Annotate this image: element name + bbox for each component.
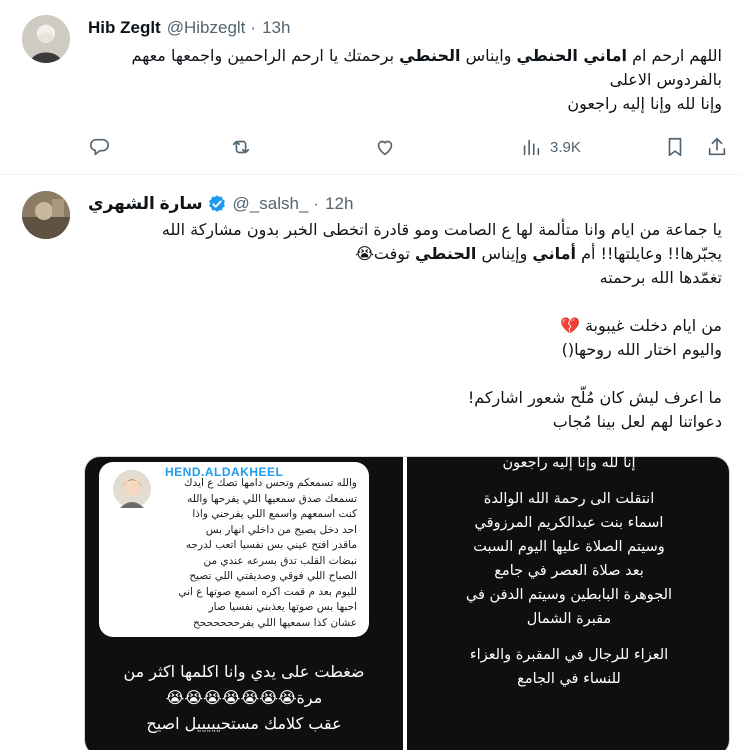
bookmark-button[interactable] <box>664 136 686 158</box>
screenshot-card: HEND.ALDAKHEEL والله تسمعكم وتحس دامها ت… <box>99 462 369 637</box>
announcement-line: مقبرة الشمال <box>526 611 612 627</box>
announcement-line: اسماء بنت عبدالكريم المرزوقي <box>474 515 664 531</box>
tweet-line: وإنا لله وإنا إليه راجعون <box>567 94 722 113</box>
media-image-left[interactable]: HEND.ALDAKHEEL والله تسمعكم وتحس دامها ت… <box>85 457 403 750</box>
story-caption: ضغطت على يدي وانا اكلمها اكثر من مرة😭😭😭😭… <box>85 659 403 737</box>
card-line: تسمعك صدق سمعيها اللي يفرحها والله <box>187 492 357 505</box>
timestamp[interactable]: 13h <box>262 18 290 38</box>
card-text: والله تسمعكم وتحس دامها تصك ع ايدك تسمعك… <box>109 476 357 631</box>
card-line: لليوم بعد م قمت اكره اسمع صوتها ع اني <box>178 585 357 598</box>
announcement-line: بعد صلاة العصر في جامع <box>494 563 644 579</box>
tweet-line: ما اعرف ليش كان مُلّح شعور اشاركم! <box>467 388 722 407</box>
caption-line: ضغطت على يدي وانا اكلمها اكثر من <box>123 662 365 681</box>
tweet-line: بالفردوس الاعلى <box>609 70 722 89</box>
card-line: ماقدر افتح عيني بس نفسيا اتعب لدرجه <box>185 539 357 551</box>
views-button[interactable]: 3.9K <box>520 136 581 158</box>
announcement-line: إنا لله وإنا إليه راجعون <box>502 457 636 471</box>
separator-dot: · <box>250 18 257 37</box>
media-grid[interactable]: HEND.ALDAKHEEL والله تسمعكم وتحس دامها ت… <box>84 456 730 750</box>
tweet-line: من ايام دخلت غيبوبة 💔 <box>559 316 722 335</box>
announcement-line: العزاء للرجال في المقبرة والعزاء <box>469 647 669 663</box>
tweet-line: يجبّرها!! وعايلتها!! أم أماني وإيناس الح… <box>355 244 722 263</box>
card-line: عشان كذا سمعيها اللي يفرححححححح <box>193 616 357 629</box>
retweet-icon <box>232 140 250 154</box>
timestamp[interactable]: 12h <box>325 194 353 214</box>
verified-badge-icon <box>208 195 225 212</box>
retweet-button[interactable] <box>230 136 252 158</box>
announcement-line: الجوهرة البابطين وسيتم الدفن في <box>465 587 673 603</box>
action-bar: 3.9K <box>88 136 726 158</box>
user-handle[interactable]: @Hibzeglt <box>167 18 246 38</box>
tweet-line: واليوم اختار الله روحها() <box>561 340 722 359</box>
card-line: نبضات القلب تدق بسرعه عندي من <box>203 554 357 567</box>
tweet-text: يا جماعة من ايام وانا متألمة لها ع الصام… <box>88 218 722 434</box>
bookmark-icon <box>668 137 682 157</box>
share-button[interactable] <box>706 136 728 158</box>
tweet-line: دعواتنا لهم لعل بينا مُجاب <box>552 412 722 431</box>
tweet-header: سارة الشهري @_salsh_ · 12h <box>88 194 353 214</box>
display-name[interactable]: سارة الشهري <box>88 194 203 214</box>
announcement-line: وسيتم الصلاة عليها اليوم السبت <box>473 539 665 555</box>
like-icon <box>377 140 393 156</box>
avatar[interactable] <box>22 15 70 63</box>
announcement-line: للنساء في الجامع <box>517 671 621 687</box>
share-icon <box>708 137 726 156</box>
tweet[interactable]: سارة الشهري @_salsh_ · 12h يا جماعة من ا… <box>0 176 742 750</box>
tweet[interactable]: Hib Zeglt @Hibzeglt · 13h اللهم ارحم ام … <box>0 0 742 175</box>
views-count: 3.9K <box>550 138 581 156</box>
card-line: والله تسمعكم وتحس دامها تصك ع ايدك <box>183 477 357 489</box>
display-name[interactable]: Hib Zeglt <box>88 18 161 38</box>
tweet-header: Hib Zeglt @Hibzeglt · 13h <box>88 18 290 38</box>
card-line: الصباح اللي فوقي وصديقتي اللي تصيح <box>189 570 357 582</box>
announcement-text: إنا لله وإنا إليه راجعون انتقلت الى رحمة… <box>407 457 729 691</box>
user-handle[interactable]: @_salsh_ <box>233 194 309 214</box>
card-line: احد دخل يصيح من داخلي انهار بس <box>205 523 357 536</box>
media-image-right[interactable]: إنا لله وإنا إليه راجعون انتقلت الى رحمة… <box>407 457 729 750</box>
card-line: كنت اسمعهم واسمع اللي يفرحني واذا <box>192 508 357 520</box>
tweet-line: يا جماعة من ايام وانا متألمة لها ع الصام… <box>161 220 722 239</box>
tweet-line: تغمّدها الله برحمته <box>599 268 722 287</box>
views-icon <box>523 139 540 156</box>
separator-dot: · <box>313 194 320 213</box>
caption-line: عقب كلامك مستحيييييل اصيح <box>146 714 342 733</box>
tweet-text: اللهم ارحم ام اماني الحنطي وايناس الحنطي… <box>88 44 722 116</box>
card-line: احبها بس صوتها يعذبني نفسيا صار <box>208 601 357 613</box>
announcement-line: انتقلت الى رحمة الله الوالدة <box>483 491 655 507</box>
caption-line: مرة😭😭😭😭😭😭😭 <box>165 688 323 707</box>
reply-button[interactable] <box>88 136 110 158</box>
avatar[interactable] <box>22 191 70 239</box>
like-button[interactable] <box>374 136 396 158</box>
tweet-line: اللهم ارحم ام اماني الحنطي وايناس الحنطي… <box>131 46 722 65</box>
reply-icon <box>90 138 109 156</box>
